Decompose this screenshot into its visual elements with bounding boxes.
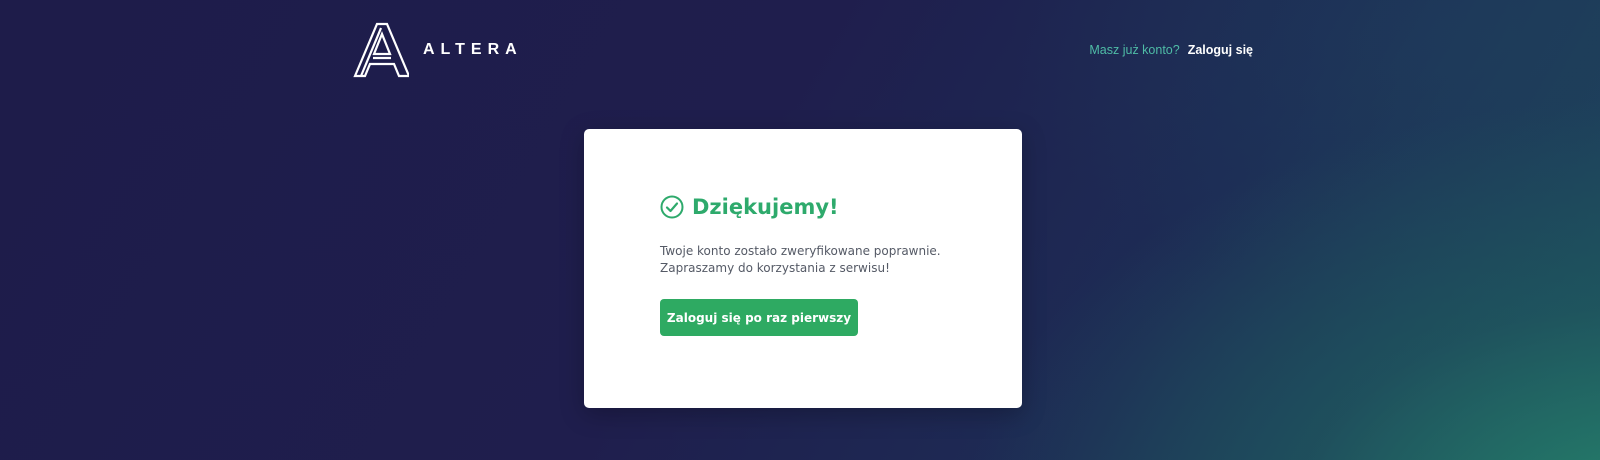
logo-text: ALTERA bbox=[423, 41, 523, 58]
auth-question: Masz już konto? bbox=[1089, 43, 1180, 57]
title-row: Dziękujemy! bbox=[660, 195, 980, 219]
check-circle-icon bbox=[660, 195, 684, 219]
header: ALTERA Masz już konto? Zaloguj się bbox=[353, 20, 1253, 80]
message-line-2: Zapraszamy do korzystania z serwisu! bbox=[660, 261, 890, 275]
card-content: Dziękujemy! Twoje konto zostało zweryfik… bbox=[660, 195, 980, 336]
altera-logo-icon bbox=[353, 22, 409, 78]
message-line-1: Twoje konto zostało zweryfikowane popraw… bbox=[660, 244, 941, 258]
verification-message: Twoje konto zostało zweryfikowane popraw… bbox=[660, 243, 980, 277]
login-link[interactable]: Zaloguj się bbox=[1188, 43, 1253, 57]
logo[interactable]: ALTERA bbox=[353, 22, 523, 78]
verification-card: Dziękujemy! Twoje konto zostało zweryfik… bbox=[584, 129, 1022, 408]
first-login-button[interactable]: Zaloguj się po raz pierwszy bbox=[660, 299, 858, 336]
page-title: Dziękujemy! bbox=[692, 195, 839, 219]
auth-prompt: Masz już konto? Zaloguj się bbox=[1089, 43, 1253, 57]
